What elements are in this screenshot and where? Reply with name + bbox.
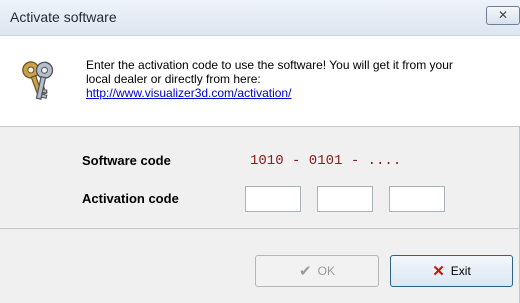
activation-code-field-2[interactable] xyxy=(317,186,373,212)
keys-icon xyxy=(22,61,54,100)
ok-button-label: OK xyxy=(317,264,335,278)
header-divider xyxy=(0,126,520,127)
title-bar: Activate software ✕ xyxy=(0,0,520,36)
footer-divider xyxy=(0,228,520,229)
instructions-text: Enter the activation code to use the sof… xyxy=(86,58,516,100)
activation-code-label: Activation code xyxy=(82,191,179,206)
software-code-value: 1010 - 0101 - .... xyxy=(250,153,402,169)
checkmark-icon: ✔ xyxy=(299,263,312,280)
activate-software-dialog: Activate software ✕ Enter the activation… xyxy=(0,0,520,303)
instructions-line-2: local dealer or directly from here: xyxy=(86,72,261,86)
instructions-line-1: Enter the activation code to use the sof… xyxy=(86,58,453,72)
exit-button-label: Exit xyxy=(450,264,471,278)
exit-button[interactable]: ✕ Exit xyxy=(390,255,513,287)
x-icon: ✕ xyxy=(432,263,445,280)
activation-code-field-1[interactable] xyxy=(245,186,301,212)
close-button[interactable]: ✕ xyxy=(486,6,520,25)
close-icon: ✕ xyxy=(497,8,509,22)
activation-code-field-3[interactable] xyxy=(389,186,445,212)
ok-button[interactable]: ✔ OK xyxy=(255,255,379,287)
window-title: Activate software xyxy=(10,9,117,25)
software-code-label: Software code xyxy=(82,153,171,168)
activation-link[interactable]: http://www.visualizer3d.com/activation/ xyxy=(86,86,291,100)
